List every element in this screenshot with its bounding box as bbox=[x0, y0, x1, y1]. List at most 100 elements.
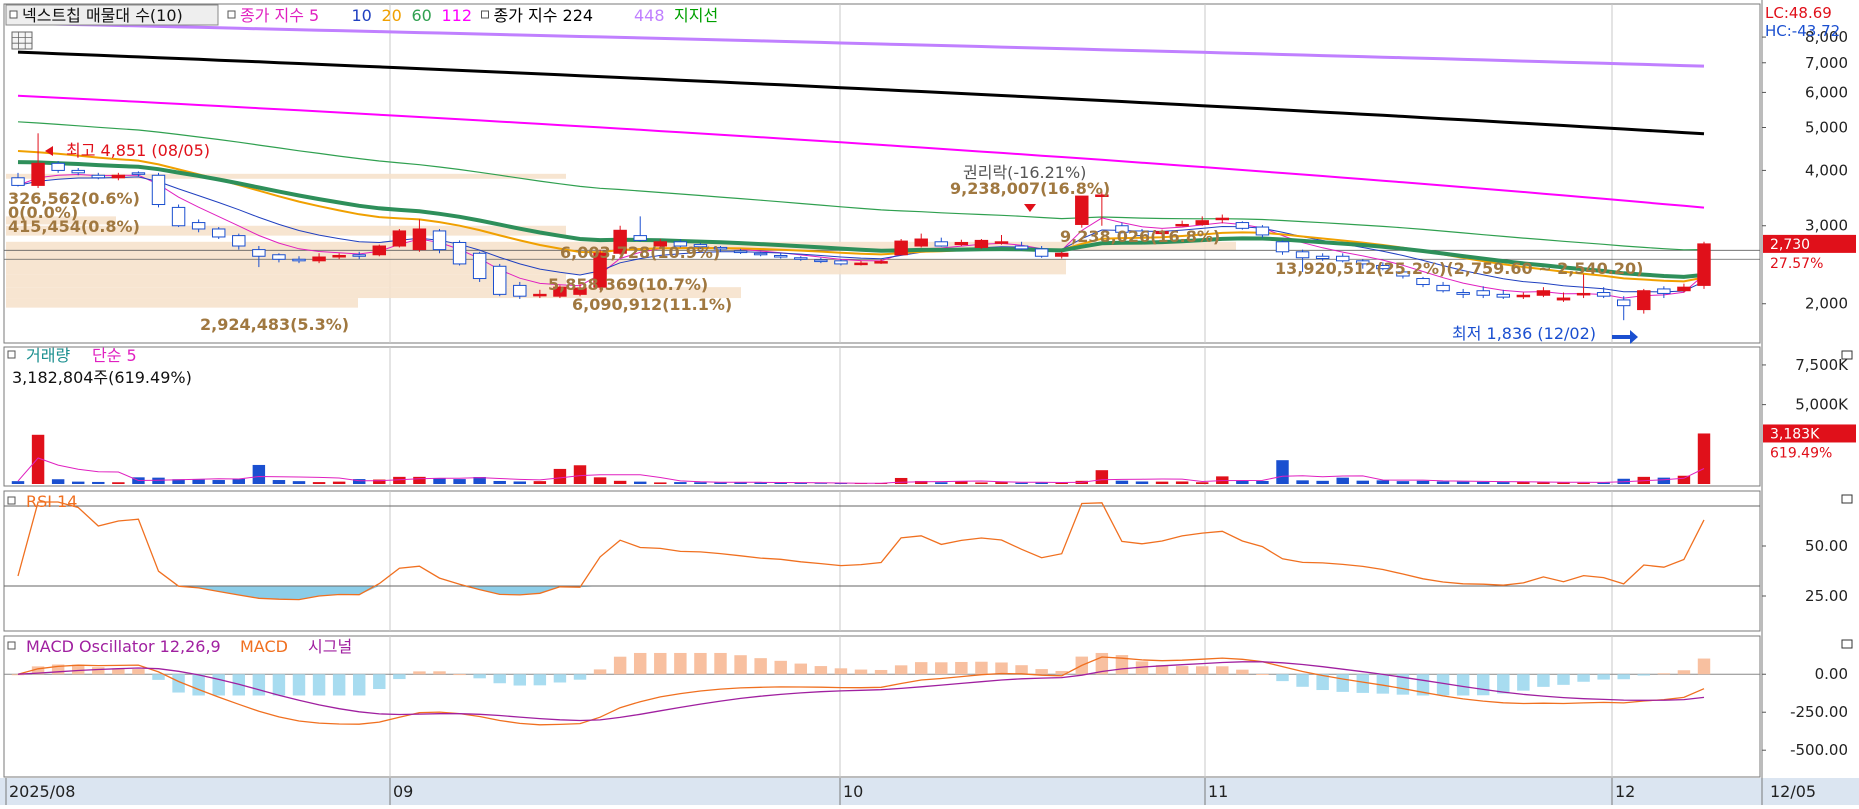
volume-bar bbox=[1557, 483, 1569, 484]
legend-item[interactable]: 20 bbox=[382, 6, 402, 25]
price-tick-label: 4,000 bbox=[1805, 161, 1848, 179]
panel-close-icon[interactable] bbox=[1842, 351, 1852, 359]
candle bbox=[1678, 287, 1690, 291]
candle bbox=[1537, 291, 1549, 296]
volume-bar bbox=[333, 482, 345, 484]
macd-oscillator-bar bbox=[473, 674, 485, 678]
price-tick-label: 7,000 bbox=[1805, 54, 1848, 72]
macd-oscillator-bar bbox=[734, 655, 746, 674]
candle bbox=[514, 285, 526, 296]
candle bbox=[473, 253, 485, 278]
volume-bar bbox=[634, 482, 646, 484]
macd-oscillator-bar bbox=[92, 667, 104, 674]
volume-bar bbox=[594, 477, 606, 484]
volume-profile-label: 6,090,912(11.1%) bbox=[572, 295, 732, 314]
legend-toggle-icon[interactable] bbox=[482, 11, 489, 18]
panel-close-icon[interactable] bbox=[1842, 640, 1852, 648]
macd-oscillator-bar bbox=[1678, 670, 1690, 674]
volume-bar bbox=[253, 465, 265, 484]
grid-table-icon[interactable] bbox=[12, 32, 32, 49]
volume-bar bbox=[1236, 481, 1248, 484]
macd-oscillator-bar bbox=[1236, 670, 1248, 675]
macd-oscillator-bar bbox=[493, 674, 505, 683]
legend-item[interactable]: 종가 지수 5 bbox=[240, 6, 319, 25]
candle bbox=[1276, 242, 1288, 252]
legend-item[interactable]: 448 bbox=[634, 6, 665, 25]
candle bbox=[1015, 246, 1027, 249]
macd-tick-label: -250.00 bbox=[1790, 703, 1848, 721]
legend-item[interactable]: 60 bbox=[412, 6, 432, 25]
macd-oscillator-bar bbox=[935, 662, 947, 674]
macd-legend: MACD bbox=[240, 637, 288, 656]
macd-oscillator-bar bbox=[955, 662, 967, 674]
time-axis-label: 09 bbox=[393, 782, 413, 801]
volume-bar bbox=[714, 483, 726, 484]
macd-oscillator-bar bbox=[333, 674, 345, 695]
legend-item[interactable]: 종가 지수 224 bbox=[494, 6, 594, 25]
macd-oscillator-bar bbox=[835, 668, 847, 674]
volume-bar bbox=[654, 482, 666, 484]
volume-bar bbox=[1096, 470, 1108, 484]
panel-frame-2 bbox=[4, 347, 1760, 486]
candle bbox=[754, 253, 766, 255]
volume-bar bbox=[453, 479, 465, 484]
legend-item[interactable]: 112 bbox=[442, 6, 473, 25]
candle bbox=[634, 236, 646, 241]
macd-oscillator-bar bbox=[373, 674, 385, 689]
candle bbox=[855, 263, 867, 265]
macd-tick-label: -500.00 bbox=[1790, 741, 1848, 759]
macd-oscillator-bar bbox=[72, 665, 84, 674]
volume-bar bbox=[413, 477, 425, 484]
volume-bar bbox=[1196, 482, 1208, 484]
candle bbox=[1497, 294, 1509, 297]
legend-toggle-icon[interactable] bbox=[8, 642, 15, 649]
rsi-tick-label: 25.00 bbox=[1805, 587, 1848, 605]
volume-bar bbox=[795, 483, 807, 484]
macd-oscillator-bar bbox=[1497, 674, 1509, 693]
time-axis-bar bbox=[0, 778, 1859, 805]
candle bbox=[112, 175, 124, 177]
volume-bar bbox=[1296, 480, 1308, 484]
macd-oscillator-bar bbox=[212, 674, 224, 695]
candle bbox=[453, 242, 465, 263]
legend-toggle-icon[interactable] bbox=[8, 497, 15, 504]
legend-toggle-icon[interactable] bbox=[228, 11, 235, 18]
macd-oscillator-bar bbox=[714, 653, 726, 674]
macd-oscillator-bar bbox=[152, 674, 164, 680]
candle bbox=[52, 163, 64, 170]
volume-bar bbox=[1397, 481, 1409, 484]
time-axis-label: 10 bbox=[843, 782, 863, 801]
volume-bar bbox=[815, 483, 827, 484]
macd-oscillator-bar bbox=[192, 674, 204, 695]
candle bbox=[1296, 252, 1308, 258]
candle bbox=[1457, 293, 1469, 295]
candle bbox=[1698, 244, 1710, 286]
price-tick-label: 3,000 bbox=[1805, 217, 1848, 235]
macd-oscillator-bar bbox=[514, 674, 526, 685]
legend-item[interactable]: 지지선 bbox=[674, 6, 718, 25]
legend-item[interactable]: 10 bbox=[352, 6, 372, 25]
legend-toggle-icon[interactable] bbox=[8, 351, 15, 358]
volume-bar bbox=[674, 482, 686, 484]
candle bbox=[493, 266, 505, 294]
macd-oscillator-bar bbox=[132, 669, 144, 674]
candle bbox=[313, 257, 325, 261]
candle bbox=[795, 258, 807, 260]
volume-profile-band bbox=[6, 298, 358, 308]
volume-bar bbox=[52, 479, 64, 484]
macd-oscillator-bar bbox=[1216, 666, 1228, 674]
time-axis-end-label: 12/05 bbox=[1770, 782, 1816, 801]
candle bbox=[1256, 227, 1268, 235]
panel-close-icon[interactable] bbox=[1842, 495, 1852, 503]
macd-oscillator-bar bbox=[273, 674, 285, 695]
volume-bar bbox=[1336, 478, 1348, 484]
legend-toggle-icon[interactable] bbox=[10, 11, 17, 18]
candle bbox=[333, 256, 345, 258]
volume-bar bbox=[694, 482, 706, 484]
stock-chart[interactable]: 8,0007,0006,0005,0004,0003,0002,0002,730… bbox=[0, 0, 1859, 805]
candle bbox=[534, 294, 546, 296]
candle bbox=[875, 262, 887, 264]
current-volume-label: 3,183K bbox=[1770, 426, 1820, 442]
candle bbox=[32, 163, 44, 185]
volume-bar bbox=[433, 478, 445, 484]
